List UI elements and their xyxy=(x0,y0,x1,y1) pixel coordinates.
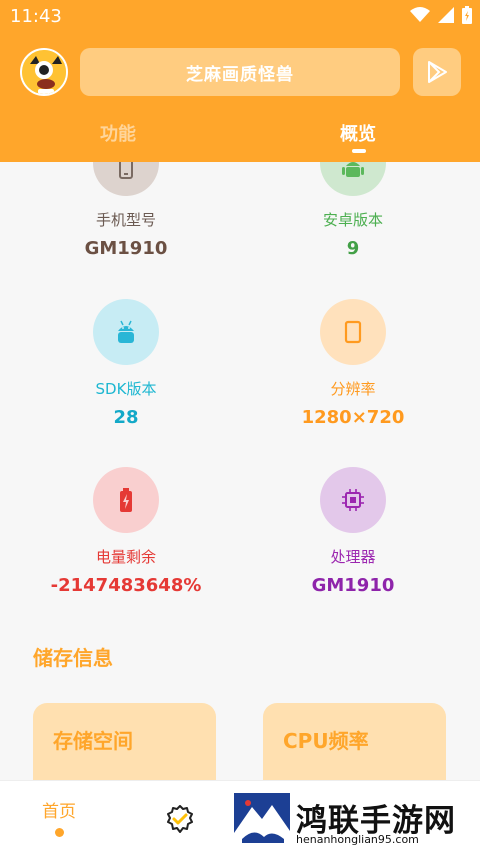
battery-charge-icon xyxy=(120,488,132,512)
android-icon xyxy=(342,162,364,177)
item-label: SDK版本 xyxy=(95,380,157,398)
wifi-icon xyxy=(410,7,430,22)
watermark: 鸿联手游网 henanhonglian95.com xyxy=(232,793,475,849)
signal-icon xyxy=(438,7,454,23)
avatar[interactable] xyxy=(20,48,68,96)
app-title: 芝麻画质怪兽 xyxy=(186,64,294,85)
overview-item-phone-model: 手机型号 GM1910 xyxy=(26,162,226,259)
app-title-box: 芝麻画质怪兽 xyxy=(80,48,400,96)
item-label: 电量剩余 xyxy=(95,548,156,566)
icon-circle xyxy=(320,467,386,533)
nav-active-dot xyxy=(55,828,64,837)
overview-item-sdk-version: SDK版本 28 xyxy=(26,299,226,428)
mascot-icon xyxy=(22,50,66,94)
status-icons xyxy=(410,6,472,24)
icon-circle xyxy=(93,162,159,196)
item-value: 1280×720 xyxy=(301,407,405,428)
storage-card[interactable]: 存储空间 xyxy=(33,703,216,780)
overview-item-resolution: 分辨率 1280×720 xyxy=(253,299,453,428)
item-label: 手机型号 xyxy=(95,211,156,229)
icon-circle xyxy=(320,162,386,196)
overview-item-android-version: 安卓版本 9 xyxy=(253,162,453,259)
tab-features[interactable]: 功能 xyxy=(100,120,136,146)
status-bar: 11:43 xyxy=(0,0,480,34)
item-value: -2147483648% xyxy=(50,575,202,596)
item-value: GM1910 xyxy=(84,238,168,259)
phone-icon xyxy=(119,162,133,179)
watermark-logo xyxy=(234,793,290,849)
cpu-frequency-card[interactable]: CPU频率 xyxy=(263,703,446,780)
overview-item-battery: 电量剩余 -2147483648% xyxy=(26,467,226,596)
item-label: 分辨率 xyxy=(330,380,376,398)
card-title: 存储空间 xyxy=(53,729,133,753)
overview-content[interactable]: 手机型号 GM1910 安卓版本 9 SDK版本 28 分辨率 1280×720… xyxy=(0,162,480,780)
screen-icon xyxy=(344,320,362,344)
app-header: 11:43 芝麻画质怪兽 功能 概览 xyxy=(0,0,480,162)
verified-badge-icon xyxy=(167,805,193,833)
tab-overview[interactable]: 概览 xyxy=(340,120,376,146)
icon-circle xyxy=(320,299,386,365)
item-value: GM1910 xyxy=(311,575,395,596)
android-icon xyxy=(118,320,134,343)
item-value: 28 xyxy=(113,407,139,428)
watermark-url: henanhonglian95.com xyxy=(296,833,419,846)
nav-verified[interactable] xyxy=(166,805,194,837)
play-button[interactable] xyxy=(413,48,461,96)
battery-icon xyxy=(462,6,472,24)
icon-circle xyxy=(93,467,159,533)
play-icon xyxy=(428,61,447,83)
item-value: 9 xyxy=(346,238,360,259)
item-label: 安卓版本 xyxy=(322,211,383,229)
card-title: CPU频率 xyxy=(283,729,369,753)
overview-item-processor: 处理器 GM1910 xyxy=(253,467,453,596)
item-label: 处理器 xyxy=(330,548,376,566)
status-time: 11:43 xyxy=(10,6,62,27)
cpu-icon xyxy=(342,489,364,511)
section-title-storage: 储存信息 xyxy=(33,646,113,670)
icon-circle xyxy=(93,299,159,365)
nav-home[interactable]: 首页 xyxy=(42,797,76,822)
tab-indicator xyxy=(352,149,366,153)
